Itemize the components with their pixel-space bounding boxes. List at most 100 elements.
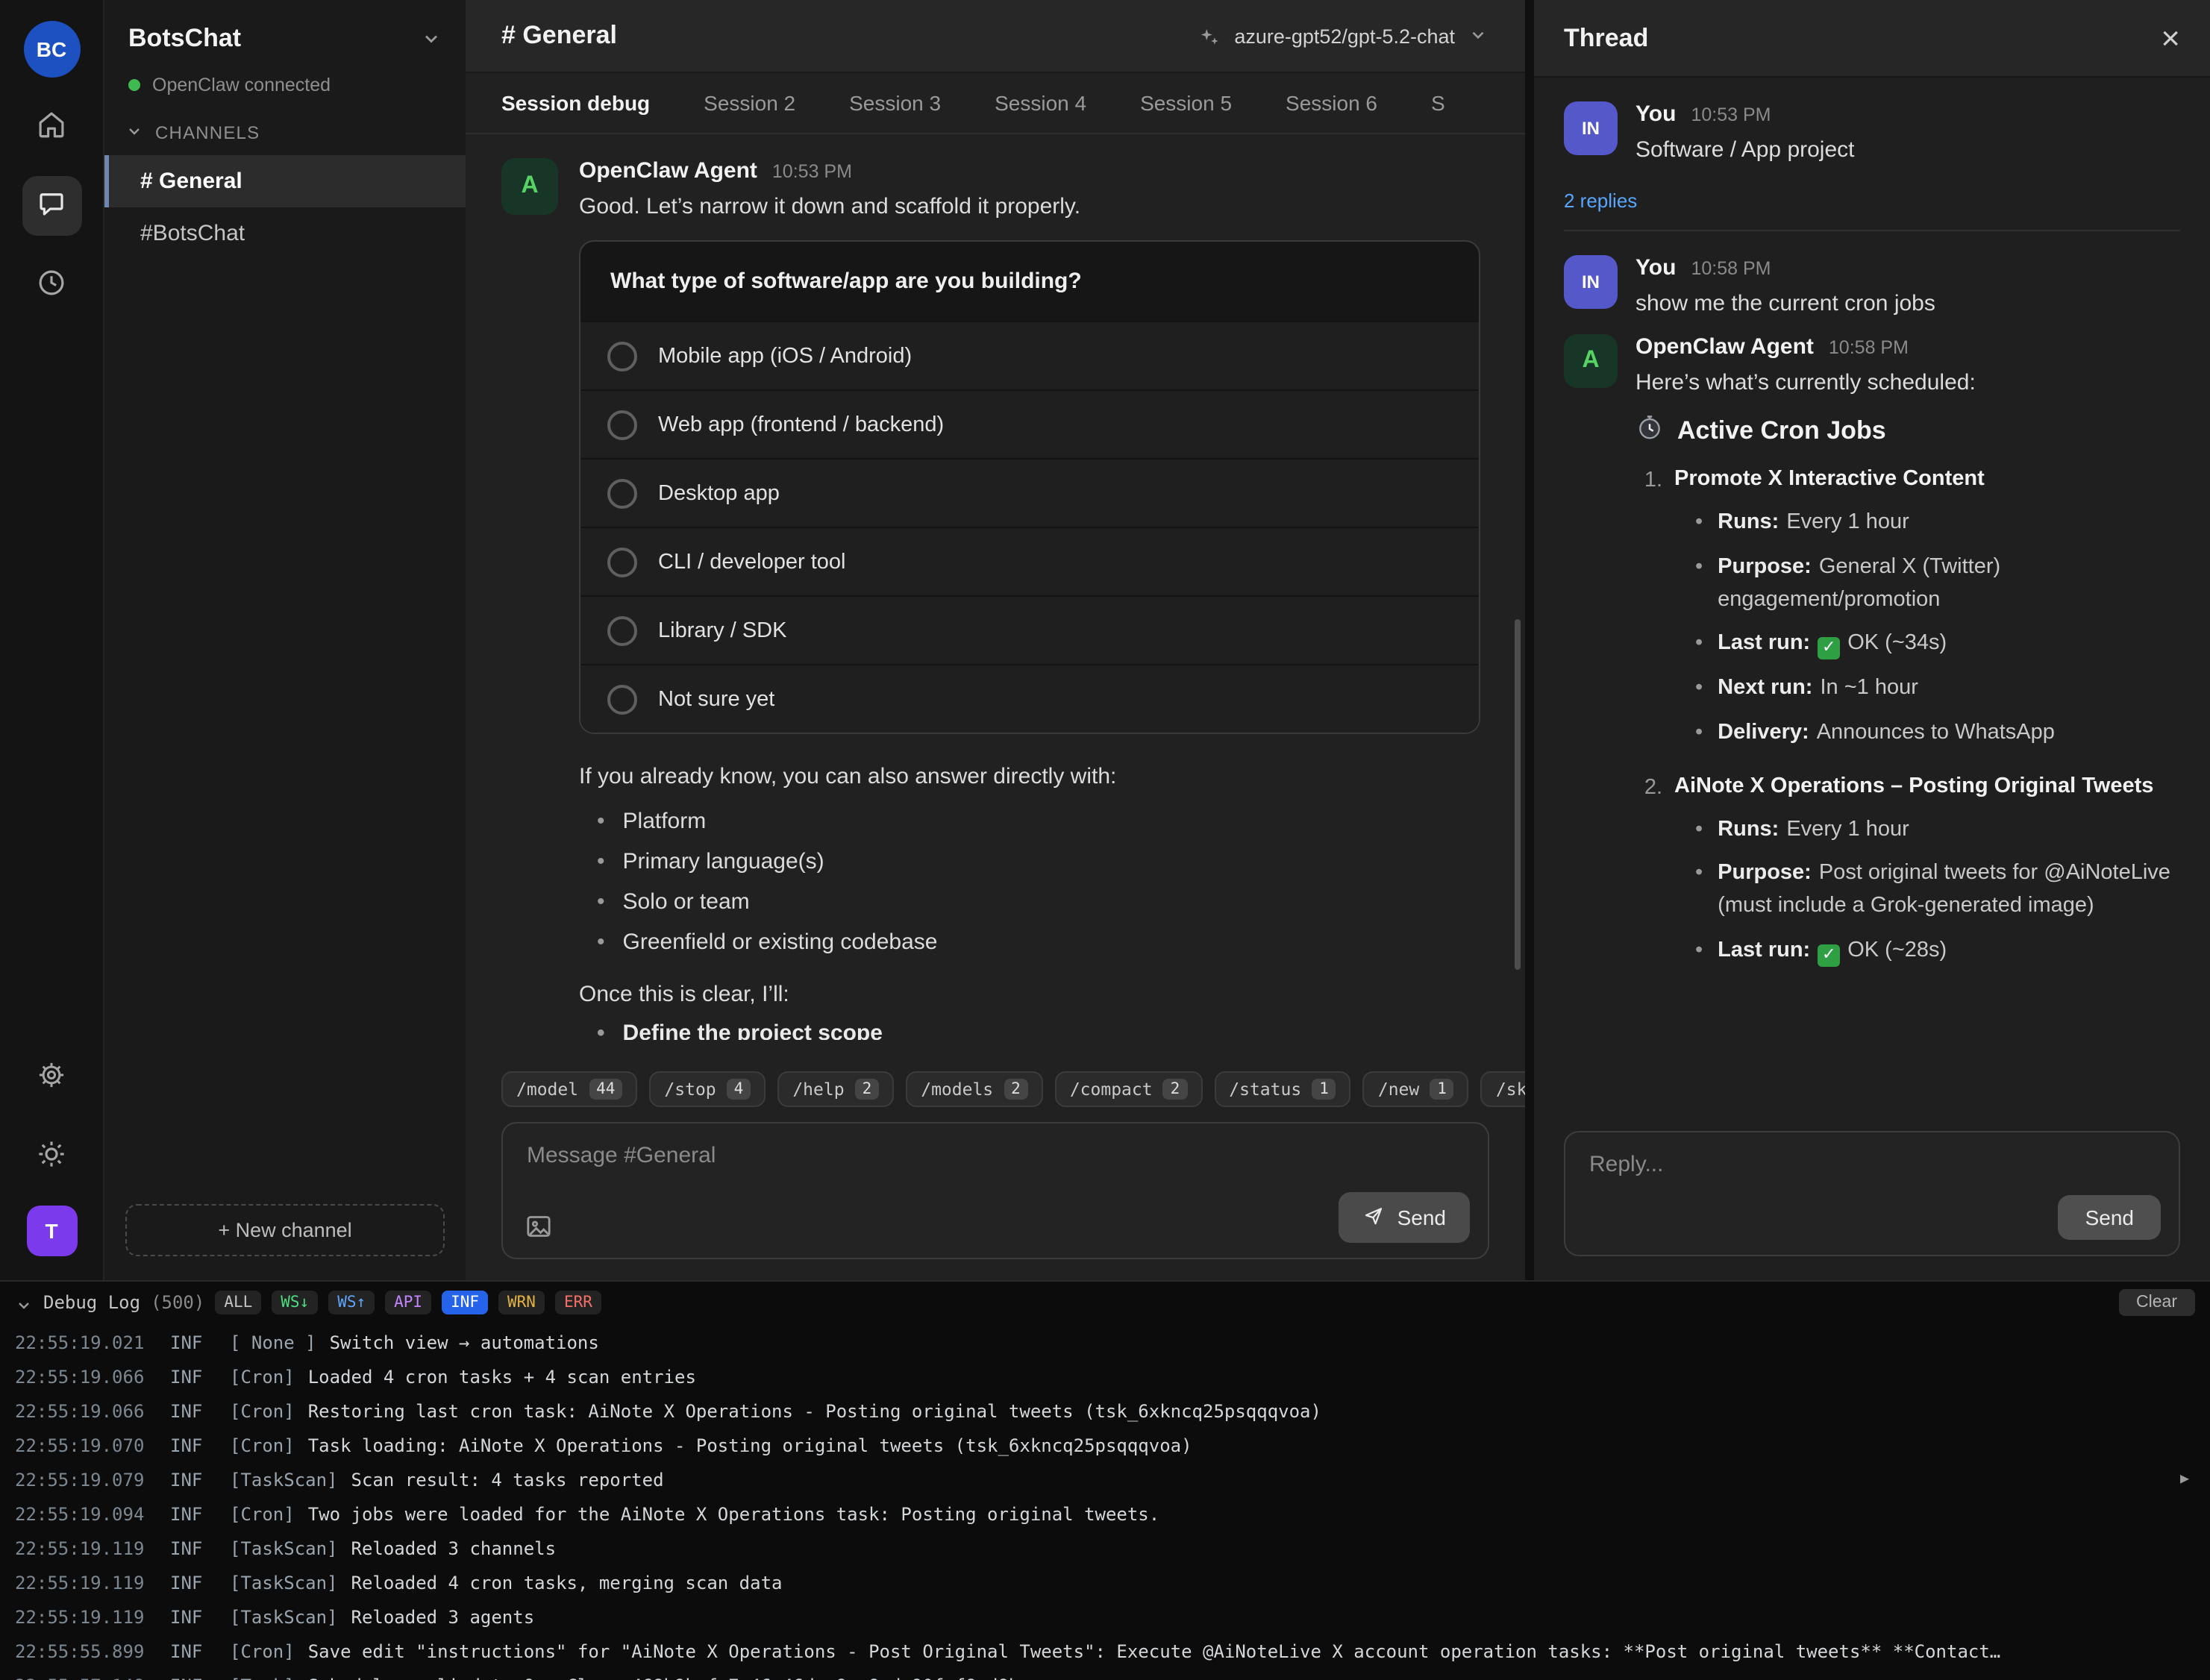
poll-option-web[interactable]: Web app (frontend / backend) (580, 389, 1479, 458)
log-row[interactable]: 22:55:19.094INF[Cron]Two jobs were loade… (15, 1496, 2195, 1531)
workspace-switcher[interactable]: BotsChat (104, 24, 466, 54)
debug-log-panel: Debug Log (500) ALL WS↓ WS↑ API INF WRN … (0, 1280, 2210, 1680)
chevron-down-icon (1468, 25, 1489, 46)
message-composer: Send (501, 1122, 1489, 1259)
thread-body: IN You 10:53 PM Software / App project 2… (1534, 78, 2210, 1110)
tab-session-3[interactable]: Session 3 (849, 91, 941, 115)
app-window: BC T BotsChat (0, 0, 2210, 1680)
log-row[interactable]: 22:55:57.148INF[Task]Schedule applied to… (15, 1668, 2195, 1680)
tab-session-6[interactable]: Session 6 (1286, 91, 1377, 115)
history-nav-button[interactable] (22, 255, 81, 315)
chat-scrollbar[interactable] (1515, 619, 1521, 970)
replies-count-link[interactable]: 2 replies (1564, 181, 2180, 231)
message-author: You (1635, 255, 1676, 280)
poll-option-library[interactable]: Library / SDK (580, 595, 1479, 664)
command-chip-skills[interactable]: /skills1 (1481, 1071, 1525, 1107)
command-chip-status[interactable]: /status1 (1214, 1071, 1351, 1107)
sidebar-item-general[interactable]: # General (104, 155, 466, 207)
channel-title: # General (501, 21, 617, 51)
log-row[interactable]: 22:55:19.070INF[Cron]Task loading: AiNot… (15, 1428, 2195, 1462)
model-name: azure-gpt52/gpt-5.2-chat (1234, 25, 1455, 47)
send-icon (1363, 1204, 1386, 1231)
command-count-badge: 44 (589, 1079, 622, 1100)
tab-session-5[interactable]: Session 5 (1140, 91, 1232, 115)
check-icon: ✓ (1818, 944, 1840, 966)
reply-send-button[interactable]: Send (2059, 1195, 2161, 1240)
home-icon (36, 108, 67, 145)
log-row[interactable]: 22:55:19.119INF[TaskScan]Reloaded 3 agen… (15, 1599, 2195, 1634)
poll-option-mobile[interactable]: Mobile app (iOS / Android) (580, 321, 1479, 389)
new-channel-button[interactable]: + New channel (125, 1204, 445, 1256)
sidebar: BotsChat OpenClaw connected CHANNELS # G… (104, 0, 466, 1280)
chat-nav-button[interactable] (22, 176, 81, 236)
log-filter-wrn[interactable]: WRN (498, 1290, 545, 1314)
log-filter-all[interactable]: ALL (215, 1290, 261, 1314)
poll-option-cli[interactable]: CLI / developer tool (580, 527, 1479, 595)
log-filter-inf[interactable]: INF (442, 1290, 488, 1314)
cron-job: 2. AiNote X Operations – Posting Origina… (1635, 774, 2180, 974)
collapse-chevron-icon[interactable] (15, 1293, 33, 1311)
attach-image-button[interactable] (524, 1212, 554, 1241)
send-button[interactable]: Send (1339, 1192, 1470, 1243)
poll-option-notsure[interactable]: Not sure yet (580, 664, 1479, 733)
log-filter-err[interactable]: ERR (555, 1290, 601, 1314)
clear-log-button[interactable]: Clear (2118, 1288, 2195, 1315)
thread-reply-message: A OpenClaw Agent 10:58 PM Here’s what’s … (1564, 334, 2180, 974)
log-row[interactable]: 22:55:19.119INF[TaskScan]Reloaded 4 cron… (15, 1565, 2195, 1599)
home-nav-button[interactable] (22, 97, 81, 157)
chevron-down-icon (125, 122, 146, 143)
log-filter-ws-down[interactable]: WS↓ (272, 1290, 318, 1314)
close-icon[interactable]: × (2161, 22, 2180, 54)
bullet-icon: • (1695, 935, 1703, 968)
left-rail: BC T (0, 0, 104, 1280)
command-chip-help[interactable]: /help2 (777, 1071, 894, 1107)
log-row[interactable]: 22:55:19.066INF[Cron]Loaded 4 cron tasks… (15, 1359, 2195, 1394)
cron-detail: •Purpose:Post original tweets for @AiNot… (1674, 853, 2180, 930)
channels-section-label: CHANNELS (155, 122, 260, 143)
theme-toggle-button[interactable] (22, 1126, 81, 1186)
cron-job-title: AiNote X Operations – Posting Original T… (1674, 774, 2180, 797)
poll-option-desktop[interactable]: Desktop app (580, 458, 1479, 527)
sidebar-item-botschat[interactable]: #BotsChat (104, 207, 466, 260)
tab-session-truncated[interactable]: S (1431, 91, 1445, 115)
channel-label: # General (140, 169, 242, 194)
log-filter-api[interactable]: API (385, 1290, 431, 1314)
radio-icon (607, 615, 637, 645)
command-chip-models[interactable]: /models2 (906, 1071, 1043, 1107)
reply-composer: Send (1564, 1131, 2180, 1256)
command-chip-stop[interactable]: /stop4 (649, 1071, 766, 1107)
cron-jobs-heading: Active Cron Jobs (1635, 413, 2180, 449)
log-row[interactable]: 22:55:55.899INF[Cron]Save edit "instruct… (15, 1634, 2195, 1668)
command-chip-new[interactable]: /new1 (1363, 1071, 1469, 1107)
settings-button[interactable] (22, 1047, 81, 1107)
model-selector[interactable]: azure-gpt52/gpt-5.2-chat (1198, 25, 1489, 47)
radio-icon (607, 547, 637, 577)
workspace-logo-avatar[interactable]: BC (23, 21, 80, 78)
cron-detail: •Last run:✓OK (~28s) (1674, 930, 2180, 974)
log-row[interactable]: 22:55:19.119INF[TaskScan]Reloaded 3 chan… (15, 1531, 2195, 1565)
command-chip-model[interactable]: /model44 (501, 1071, 637, 1107)
thread-title: Thread (1564, 23, 1648, 53)
connection-status-label: OpenClaw connected (152, 75, 331, 95)
log-row[interactable]: 22:55:19.079INF[TaskScan]Scan result: 4 … (15, 1462, 2195, 1496)
tab-session-4[interactable]: Session 4 (995, 91, 1086, 115)
log-row[interactable]: 22:55:19.021INF[ None ]Switch view → aut… (15, 1325, 2195, 1359)
tab-session-debug[interactable]: Session debug (501, 91, 650, 115)
expand-arrow-icon[interactable]: ▶ (2180, 1471, 2189, 1488)
log-filter-ws-up[interactable]: WS↑ (328, 1290, 375, 1314)
channels-section-header[interactable]: CHANNELS (104, 101, 466, 155)
message-input[interactable] (503, 1123, 1488, 1189)
reply-input[interactable] (1565, 1132, 2179, 1198)
tab-session-2[interactable]: Session 2 (704, 91, 795, 115)
command-chip-compact[interactable]: /compact2 (1055, 1071, 1202, 1107)
cron-detail: •Last run:✓OK (~34s) (1674, 623, 2180, 668)
bullet-icon: • (1695, 718, 1703, 750)
bullet-icon: • (1695, 629, 1703, 662)
cron-detail: •Runs:Every 1 hour (1674, 501, 2180, 546)
user-avatar[interactable]: T (26, 1206, 77, 1256)
log-row[interactable]: 22:55:19.066INF[Cron]Restoring last cron… (15, 1394, 2195, 1428)
debug-log-count: (500) (151, 1291, 204, 1312)
connection-status: OpenClaw connected (104, 54, 466, 101)
cron-job: 1. Promote X Interactive Content •Runs:E… (1635, 467, 2180, 756)
clipped-message-line: •Define the project scope (579, 1021, 1480, 1040)
